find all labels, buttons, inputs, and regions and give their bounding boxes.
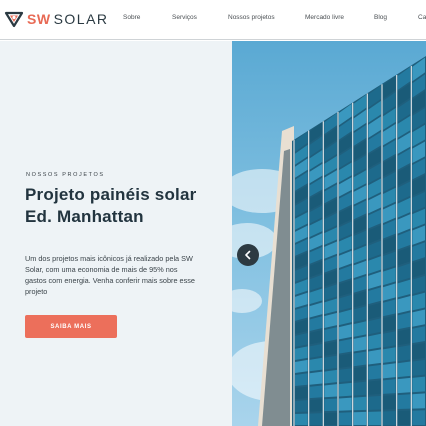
facade-panel — [339, 412, 352, 425]
facade-panel — [324, 341, 337, 356]
building-solar-facade-image — [232, 56, 426, 426]
facade-panel — [353, 336, 367, 352]
facade-panel — [397, 377, 411, 394]
facade-panel — [353, 396, 367, 411]
nav-item-mercado-livre[interactable]: Mercado livre — [305, 14, 344, 21]
facade-panel — [295, 400, 308, 412]
brand-name-solar: SOLAR — [53, 11, 109, 27]
sw-solar-logo-icon — [4, 11, 24, 28]
hero-text-panel — [0, 41, 232, 426]
facade-panel — [309, 357, 323, 372]
brand-logo[interactable]: SW SOLAR — [4, 8, 109, 30]
chevron-left-icon — [245, 250, 251, 260]
facade-panel — [309, 399, 323, 412]
facade-panel — [368, 380, 381, 395]
facade-panel — [368, 411, 381, 425]
hero-kicker: NOSSOS PROJETOS — [26, 172, 105, 178]
facade-panel — [339, 397, 352, 411]
facade-panel — [412, 359, 425, 376]
facade-panel — [324, 412, 337, 425]
facade-panel — [397, 394, 411, 410]
facade-panel — [309, 385, 323, 399]
facade-panel — [353, 381, 367, 396]
facade-panel — [339, 353, 352, 368]
facade-panel — [383, 379, 396, 394]
facade-panel — [397, 361, 411, 378]
facade-panel — [295, 373, 308, 386]
facade-panel — [397, 312, 411, 330]
nav-item-servicos[interactable]: Serviços — [172, 14, 197, 21]
facade-panel — [412, 309, 425, 327]
hero-description: Um dos projetos mais icônicos já realiza… — [25, 254, 195, 296]
nav-item-sobre[interactable]: Sobre — [123, 14, 140, 21]
facade-panel — [353, 366, 367, 381]
facade-panel — [295, 359, 308, 373]
site-header: SW SOLAR Sobre Serviços Nossos projetos … — [0, 0, 426, 40]
brand-name-sw: SW — [27, 11, 51, 27]
facade-panel — [412, 410, 425, 425]
facade-panel — [368, 364, 381, 380]
nav-item-blog[interactable]: Blog — [374, 14, 387, 21]
facade-panel — [412, 326, 425, 344]
facade-panel — [383, 363, 396, 379]
facade-panel — [339, 338, 352, 354]
hero-title: Projeto painéis solar Ed. Manhattan — [25, 185, 197, 226]
facade-panel — [397, 345, 411, 362]
facade-panel — [383, 411, 396, 425]
facade-panel — [368, 395, 381, 410]
facade-panel — [339, 382, 352, 397]
facade-panel — [324, 355, 337, 370]
facade-panel — [295, 413, 308, 425]
facade-panel — [412, 393, 425, 409]
facade-panel — [309, 413, 323, 425]
facade-panel — [397, 328, 411, 346]
facade-panel — [324, 384, 337, 398]
facade-panel — [397, 410, 411, 425]
facade-panel — [368, 349, 381, 365]
facade-panel — [295, 386, 308, 399]
facade-panel — [383, 395, 396, 410]
facade-panel — [368, 333, 381, 350]
facade-panel — [339, 368, 352, 383]
facade-panel — [324, 398, 337, 412]
nav-item-nossos-projetos[interactable]: Nossos projetos — [228, 14, 275, 21]
facade-panel — [353, 351, 367, 367]
carousel-prev-button[interactable] — [237, 244, 259, 266]
facade-panel — [353, 411, 367, 425]
hero-image — [232, 41, 426, 426]
facade-panel — [412, 376, 425, 393]
saiba-mais-button[interactable]: SAIBA MAIS — [25, 315, 117, 338]
nav-item-contato[interactable]: Ca — [418, 14, 426, 21]
facade-panel — [324, 369, 337, 384]
facade-panel — [309, 371, 323, 385]
facade-panel — [383, 331, 396, 348]
facade-panel — [383, 347, 396, 363]
facade-panel — [412, 343, 425, 360]
